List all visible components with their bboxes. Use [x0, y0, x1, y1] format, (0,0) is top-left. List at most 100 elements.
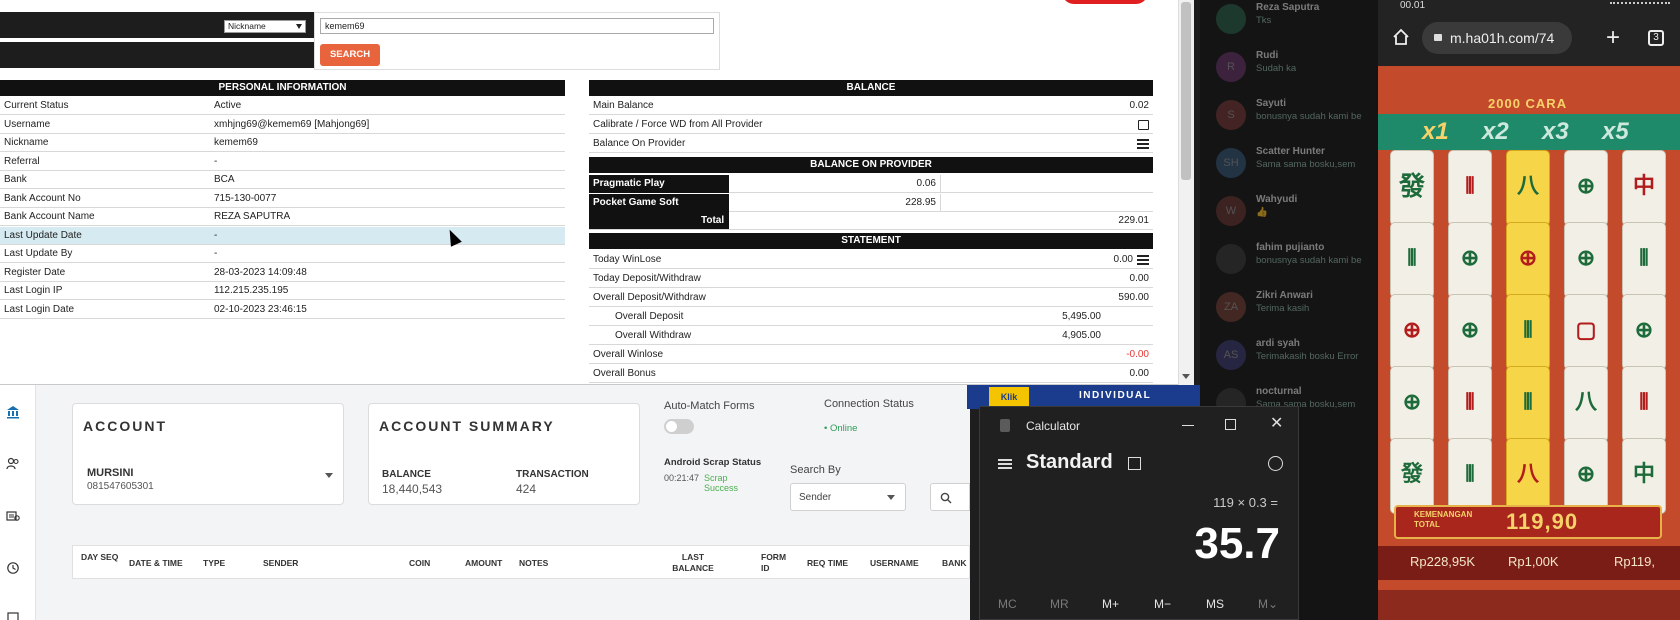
chevron-down-icon: [296, 24, 302, 29]
android-scrap-label: Android Scrap Status: [664, 457, 762, 468]
multiplier: x5: [1602, 118, 1629, 145]
memory-button[interactable]: M−: [1154, 597, 1171, 611]
search-field[interactable]: [930, 483, 970, 511]
table-header[interactable]: NOTES: [519, 558, 589, 569]
win-value: 119,90: [1506, 509, 1579, 534]
memory-button[interactable]: M+: [1102, 597, 1119, 611]
account-title: ACCOUNT: [83, 418, 167, 434]
table-header[interactable]: SENDER: [263, 558, 333, 569]
new-tab-icon[interactable]: +: [1606, 26, 1620, 50]
chat-item[interactable]: Reza Saputra Tks: [1200, 0, 1378, 44]
tile-grid: 發 ⦀ 八 ⊕ 中 ⦀ ⊕ ⊕ ⊕ ⦀ ⊕ ⊕ ⦀ ▢ ⊕ ⊕ ⦀ ⦀ 八 ⦀ 發 ⦀ 八 ⊕ 中: [1390, 150, 1680, 514]
personal-info-value: xmhjng69@kemem69 [Mahjong69]: [214, 118, 370, 130]
mahjong-tile: ⊕: [1622, 294, 1666, 370]
mahjong-tile: ⦀: [1448, 438, 1492, 514]
auto-match-toggle[interactable]: [664, 419, 694, 434]
today-dw-row: Today Deposit/Withdraw 0.00: [589, 270, 1153, 288]
chat-item[interactable]: AS ardi syah Terimakasih bosku Error: [1200, 332, 1378, 380]
personal-info-header: PERSONAL INFORMATION: [0, 80, 565, 96]
personal-info-row: Bank Account No 715-130-0077: [0, 190, 565, 208]
provider-value: 228.95: [729, 194, 941, 212]
balance-header: BALANCE: [589, 80, 1153, 96]
search-by-select[interactable]: Sender: [790, 483, 906, 511]
personal-info-row: Register Date 28-03-2023 14:09:48: [0, 264, 565, 282]
search-row-2: [0, 42, 314, 68]
avatar: [1216, 244, 1246, 274]
mahjong-tile: 八: [1564, 366, 1608, 442]
statement-header: STATEMENT: [589, 233, 1153, 249]
chat-item[interactable]: fahim pujianto bonusnya sudah kami be: [1200, 236, 1378, 284]
personal-info-label: Last Update Date: [4, 229, 82, 241]
chat-name: Wahyudi: [1256, 194, 1298, 205]
provider-total-row: Total 229.01: [589, 212, 1153, 230]
users-icon[interactable]: [6, 457, 20, 471]
search-input[interactable]: kemem69: [320, 18, 714, 34]
mahjong-tile: ⦀: [1448, 366, 1492, 442]
personal-info-row: Username xmhjng69@kemem69 [Mahjong69]: [0, 116, 565, 134]
personal-info-value: BCA: [214, 174, 235, 185]
menu-icon[interactable]: [6, 611, 20, 620]
report-icon[interactable]: [6, 509, 20, 523]
memory-button[interactable]: MS: [1206, 597, 1224, 611]
today-winlose-row: Today WinLose 0.00: [589, 251, 1153, 269]
mahjong-tile: ⊕: [1564, 150, 1608, 226]
calibrate-label: Calibrate / Force WD from All Provider: [593, 119, 763, 130]
chevron-down-icon: [887, 495, 895, 500]
list-icon[interactable]: [1137, 139, 1149, 149]
share-icon[interactable]: [1138, 120, 1149, 130]
admin-scrollbar-thumb[interactable]: [1181, 2, 1191, 180]
memory-button[interactable]: M⌄: [1258, 597, 1278, 611]
avatar: [1216, 4, 1246, 34]
overall-bonus-value: 0.00: [1129, 368, 1149, 379]
chat-item[interactable]: W Wahyudi 👍: [1200, 188, 1378, 236]
game-bottom-controls[interactable]: [1378, 590, 1680, 620]
phone-game: 00.01 m.ha01h.com/74 + 3 2000 CARA x1 x2 x…: [1378, 0, 1680, 620]
table-header[interactable]: LAST BALANCE: [663, 552, 723, 574]
table-header[interactable]: DATE & TIME: [129, 558, 199, 569]
win-label: KEMENANGAN TOTAL: [1414, 510, 1473, 529]
search-type-select[interactable]: Nickname: [224, 20, 306, 33]
overall-bonus-row: Overall Bonus 0.00: [589, 365, 1153, 383]
table-header[interactable]: REQ TIME: [807, 558, 877, 569]
mahjong-tile: 發: [1390, 150, 1434, 226]
transactions-table-header: DAY SEQ DATE & TIME TYPE SENDER COIN AMOUNT NO…: [72, 545, 970, 579]
account-dropdown-icon[interactable]: [325, 473, 333, 478]
memory-button[interactable]: MR: [1050, 597, 1069, 611]
chat-item[interactable]: ZA Zikri Anwari Terima kasih: [1200, 284, 1378, 332]
list-icon[interactable]: [1137, 255, 1149, 265]
table-header[interactable]: FORM ID: [761, 552, 791, 574]
overall-dw-label: Overall Deposit/Withdraw: [593, 292, 706, 303]
chat-message: bonusnya sudah kami be: [1256, 255, 1362, 266]
today-winlose-label: Today WinLose: [593, 254, 662, 265]
ad-label: INDIVIDUAL: [1079, 390, 1152, 401]
personal-info-value: -: [214, 229, 218, 241]
chat-name: Rudi: [1256, 50, 1279, 61]
multiplier: x3: [1542, 118, 1569, 145]
chat-item[interactable]: R Rudi Sudah ka: [1200, 44, 1378, 92]
provider-name: Pragmatic Play: [589, 175, 729, 193]
search-type-value: Nickname: [228, 21, 266, 31]
provider-value: 0.06: [729, 175, 941, 193]
chat-item[interactable]: S Sayuti bonusnya sudah kami be: [1200, 92, 1378, 140]
search-button[interactable]: SEARCH: [320, 44, 380, 66]
url-bar[interactable]: m.ha01h.com/74: [1422, 22, 1572, 54]
table-header[interactable]: DAY SEQ: [81, 552, 121, 563]
mahjong-tile: ▢: [1564, 294, 1608, 370]
table-header[interactable]: USERNAME: [870, 558, 940, 569]
annotation-marker: [1062, 0, 1148, 4]
url-text: m.ha01h.com/74: [1450, 30, 1555, 46]
personal-info-row: Last Update Date -: [0, 226, 565, 245]
chat-item[interactable]: SH Scatter Hunter Sama sama bosku,sem: [1200, 140, 1378, 188]
home-icon[interactable]: [1392, 28, 1410, 46]
chat-message: Terima kasih: [1256, 303, 1310, 314]
personal-info-label: Nickname: [4, 137, 49, 148]
ad-logo: Klik: [989, 387, 1029, 407]
history-icon[interactable]: [6, 561, 20, 575]
tab-count-button[interactable]: 3: [1648, 30, 1664, 46]
scroll-down-arrow[interactable]: [1182, 374, 1190, 379]
balance-3: Rp119,: [1614, 554, 1655, 569]
memory-button[interactable]: MC: [998, 597, 1017, 611]
today-dw-label: Today Deposit/Withdraw: [593, 273, 701, 284]
chat-name: Sayuti: [1256, 98, 1287, 109]
bank-icon[interactable]: [6, 405, 20, 419]
